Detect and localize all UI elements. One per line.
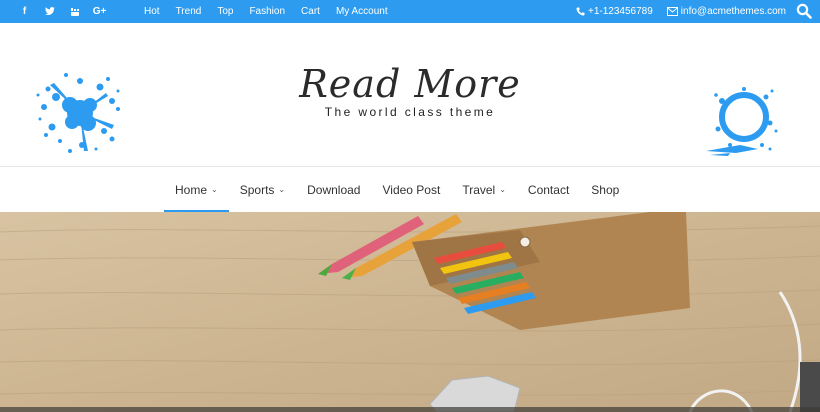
site-branding: Read More The world class theme (0, 61, 820, 119)
top-link-my-account[interactable]: My Account (328, 6, 396, 17)
nav-item-label: Shop (591, 182, 620, 197)
facebook-icon[interactable]: f (12, 0, 37, 23)
social-links: f G+ (12, 0, 112, 23)
youtube-icon[interactable] (62, 0, 87, 23)
nav-item-download[interactable]: Download (296, 167, 371, 212)
email-address[interactable]: info@acmethemes.com (681, 6, 786, 17)
nav-item-sports[interactable]: Sports ⌄ (229, 167, 296, 212)
phone-icon (576, 7, 585, 16)
top-link-fashion[interactable]: Fashion (241, 6, 293, 17)
site-header: Read More The world class theme (0, 23, 820, 167)
top-bar: f G+ Hot Trend Top Fashion Cart My Accou… (0, 0, 820, 23)
nav-item-video-post[interactable]: Video Post (371, 167, 451, 212)
site-title[interactable]: Read More (0, 61, 820, 107)
top-nav: Hot Trend Top Fashion Cart My Account (136, 0, 396, 23)
nav-item-label: Download (307, 182, 361, 197)
nav-item-travel[interactable]: Travel ⌄ (451, 167, 517, 212)
nav-item-label: Video Post (382, 182, 441, 197)
desk-photo (0, 212, 820, 412)
main-nav: Home ⌄ Sports ⌄ Download Video Post Trav… (0, 167, 820, 212)
email-contact: info@acmethemes.com (666, 6, 786, 17)
chevron-down-icon: ⌄ (278, 185, 286, 194)
phone-number[interactable]: +1-123456789 (588, 6, 653, 17)
paint-circle-right (706, 87, 778, 156)
site-tagline: The world class theme (324, 105, 496, 119)
nav-item-label: Travel (462, 182, 496, 197)
top-link-cart[interactable]: Cart (293, 6, 328, 17)
top-link-top[interactable]: Top (209, 6, 241, 17)
nav-item-label: Contact (527, 182, 570, 197)
google-plus-icon[interactable]: G+ (87, 0, 112, 23)
envelope-icon (666, 7, 678, 16)
nav-item-home[interactable]: Home ⌄ (164, 167, 229, 212)
twitter-icon[interactable] (37, 0, 62, 23)
nav-item-contact[interactable]: Contact (517, 167, 580, 212)
phone-contact: +1-123456789 (576, 6, 653, 17)
chevron-down-icon: ⌄ (499, 185, 506, 194)
nav-item-label: Home (175, 182, 208, 197)
contact-info: +1-123456789 info@acmethemes.com (576, 0, 786, 23)
nav-item-shop[interactable]: Shop (580, 167, 630, 212)
chevron-down-icon: ⌄ (211, 185, 218, 194)
top-link-trend[interactable]: Trend (168, 6, 210, 17)
hero-image[interactable] (0, 212, 820, 412)
nav-item-label: Sports (239, 182, 275, 197)
top-link-hot[interactable]: Hot (136, 6, 168, 17)
search-icon[interactable] (796, 3, 812, 19)
